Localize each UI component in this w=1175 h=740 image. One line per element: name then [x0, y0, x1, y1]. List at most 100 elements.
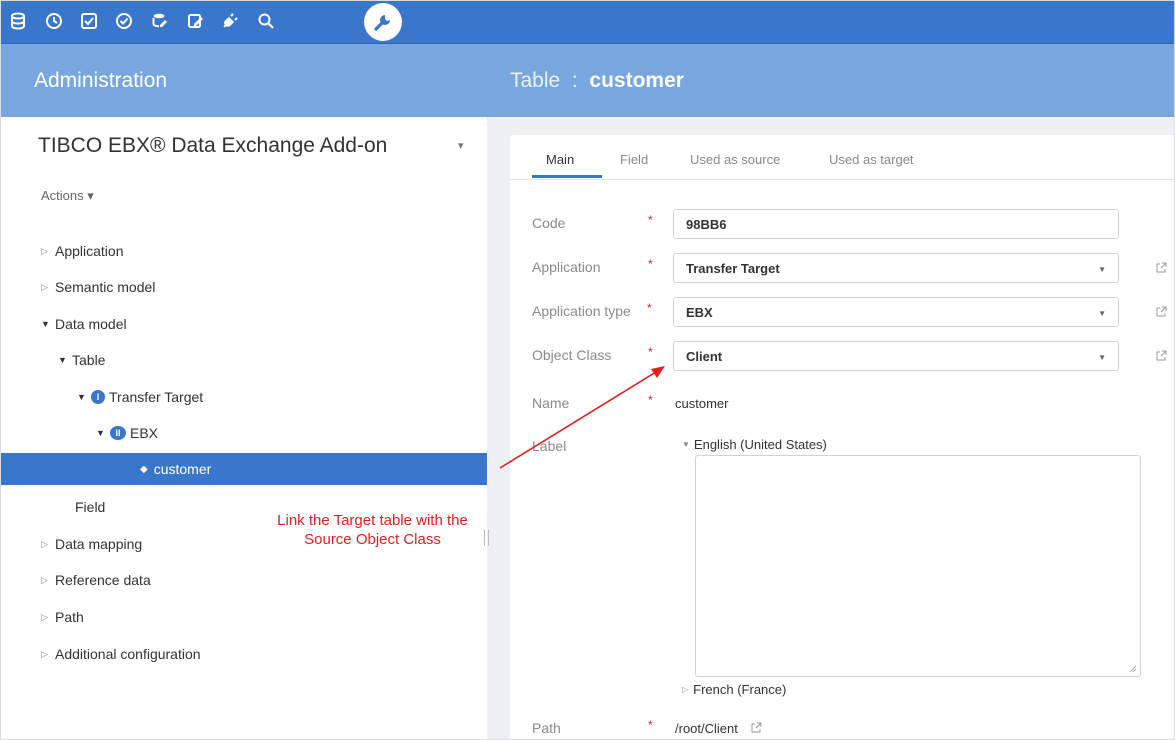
- application-type-value: EBX: [686, 305, 713, 320]
- application-value: Transfer Target: [686, 261, 780, 276]
- label-english-textarea[interactable]: [695, 455, 1141, 677]
- code-value: 98BB6: [686, 217, 727, 232]
- lang-english-toggle[interactable]: ▼ English (United States): [682, 437, 827, 452]
- expanded-triangle-icon: ▼: [96, 428, 105, 438]
- page-title: Table : customer: [510, 69, 684, 93]
- content-panel: Main Field Used as source Used as target…: [507, 117, 1175, 740]
- tree-item-label: Additional configuration: [55, 646, 201, 662]
- tab-field[interactable]: Field: [620, 152, 648, 167]
- tab-bar: Main Field Used as source Used as target: [510, 135, 1175, 180]
- object-class-label: Object Class: [532, 347, 612, 363]
- object-class-select[interactable]: Client ▼: [673, 341, 1119, 371]
- tree-item-label: Field: [75, 499, 106, 515]
- tree-item-semantic-model[interactable]: ▷ Semantic model: [41, 277, 155, 297]
- expanded-triangle-icon: ▼: [682, 440, 690, 449]
- required-marker: *: [648, 213, 653, 227]
- tree-item-label: customer: [153, 461, 212, 477]
- check-circle-icon[interactable]: [112, 9, 136, 33]
- tree-item-data-model[interactable]: ▼ Data model: [41, 314, 127, 334]
- clock-icon[interactable]: [42, 9, 66, 33]
- collapsed-triangle-icon: ▷: [41, 648, 48, 659]
- code-label: Code: [532, 215, 566, 231]
- name-value: customer: [675, 396, 729, 411]
- tree-item-customer[interactable]: ◆ customer: [140, 459, 211, 479]
- wrench-icon[interactable]: [364, 3, 402, 41]
- tree-item-customer-selected[interactable]: ◆ customer: [0, 453, 487, 485]
- lang-french-toggle[interactable]: ▷ French (France): [682, 682, 786, 697]
- dataspace-dropdown-icon[interactable]: ▾: [458, 139, 464, 152]
- tab-used-as-source[interactable]: Used as source: [690, 152, 780, 167]
- required-marker: *: [648, 257, 653, 271]
- application-type-label: Application type: [532, 303, 631, 319]
- chevron-down-icon: ▼: [1098, 353, 1106, 362]
- collapsed-triangle-icon: ▷: [41, 245, 48, 256]
- resize-handle-icon[interactable]: [1129, 665, 1137, 673]
- record-form-card: Main Field Used as source Used as target…: [510, 135, 1175, 740]
- collapsed-triangle-icon: ▷: [41, 281, 48, 292]
- task-edit-icon[interactable]: [184, 9, 208, 33]
- open-external-icon[interactable]: [750, 722, 762, 734]
- code-field[interactable]: 98BB6: [673, 209, 1119, 239]
- expanded-triangle-icon: ▼: [41, 319, 50, 329]
- top-toolbar: [0, 0, 1175, 44]
- tree-item-reference-data[interactable]: ▷ Reference data: [41, 570, 151, 590]
- actions-menu[interactable]: Actions ▾: [41, 188, 94, 204]
- info-badge-icon: I: [91, 390, 105, 404]
- application-select[interactable]: Transfer Target ▼: [673, 253, 1119, 283]
- search-icon[interactable]: [254, 9, 278, 33]
- tab-main[interactable]: Main: [546, 152, 574, 167]
- collapsed-triangle-icon: ▷: [41, 538, 48, 549]
- page-title-value: customer: [589, 69, 684, 92]
- open-external-icon[interactable]: [1155, 350, 1167, 362]
- actions-label: Actions: [41, 188, 84, 203]
- application-label: Application: [532, 259, 601, 275]
- tree-item-label: Path: [55, 609, 84, 625]
- object-class-value: Client: [686, 349, 723, 364]
- diamond-bullet-icon: ◆: [140, 463, 148, 475]
- plug-icon[interactable]: [218, 9, 242, 33]
- tab-used-as-target[interactable]: Used as target: [829, 152, 914, 167]
- expanded-triangle-icon: ▼: [58, 355, 67, 365]
- splitter-grip-icon[interactable]: [484, 530, 489, 546]
- tree-item-label: Table: [72, 352, 106, 368]
- required-marker: *: [648, 393, 653, 407]
- tree-item-transfer-target[interactable]: ▼ I Transfer Target: [77, 387, 203, 407]
- collapsed-triangle-icon: ▷: [41, 611, 48, 622]
- tree-item-additional-configuration[interactable]: ▷ Additional configuration: [41, 644, 201, 664]
- tree-item-path[interactable]: ▷ Path: [41, 607, 84, 627]
- tree-item-application[interactable]: ▷ Application: [41, 241, 124, 261]
- open-external-icon[interactable]: [1155, 262, 1167, 274]
- collapsed-triangle-icon: ▷: [41, 574, 48, 585]
- dataspace-title[interactable]: TIBCO EBX® Data Exchange Add-on: [38, 134, 387, 158]
- tree-item-label: Data mapping: [55, 536, 143, 552]
- tree-item-label: EBX: [130, 425, 159, 441]
- collapsed-triangle-icon: ▷: [682, 685, 689, 694]
- checkbox-icon[interactable]: [77, 9, 101, 33]
- open-external-icon[interactable]: [1155, 306, 1167, 318]
- label-label: Label: [532, 438, 567, 454]
- tree-item-ebx[interactable]: ▼ II EBX: [96, 423, 158, 443]
- tree-item-data-mapping[interactable]: ▷ Data mapping: [41, 534, 142, 554]
- required-marker: *: [648, 345, 653, 359]
- chevron-down-icon: ▼: [1098, 265, 1106, 274]
- tree-item-table[interactable]: ▼ Table: [58, 350, 105, 370]
- required-marker: *: [648, 718, 653, 732]
- path-label: Path: [532, 720, 561, 736]
- header-bar: Administration Table : customer: [0, 44, 1175, 117]
- panel-splitter[interactable]: [487, 117, 507, 740]
- application-type-select[interactable]: EBX ▼: [673, 297, 1119, 327]
- database-icon[interactable]: [6, 9, 30, 33]
- expanded-triangle-icon: ▼: [77, 392, 86, 402]
- page-title-prefix: Table :: [510, 69, 590, 92]
- chevron-down-icon: ▼: [1098, 309, 1106, 318]
- database-edit-icon[interactable]: [148, 9, 172, 33]
- caret-down-icon: ▾: [87, 188, 94, 203]
- lang-english-label: English (United States): [693, 437, 827, 452]
- tree-item-label: Reference data: [55, 572, 151, 588]
- navigation-panel: TIBCO EBX® Data Exchange Add-on ▾ Action…: [0, 117, 487, 740]
- tree-item-label: Transfer Target: [109, 389, 204, 405]
- path-value[interactable]: /root/Client: [675, 721, 762, 736]
- info-badge-icon: II: [110, 426, 126, 440]
- tree-item-field[interactable]: Field: [75, 497, 105, 517]
- tree-item-label: Semantic model: [55, 279, 156, 295]
